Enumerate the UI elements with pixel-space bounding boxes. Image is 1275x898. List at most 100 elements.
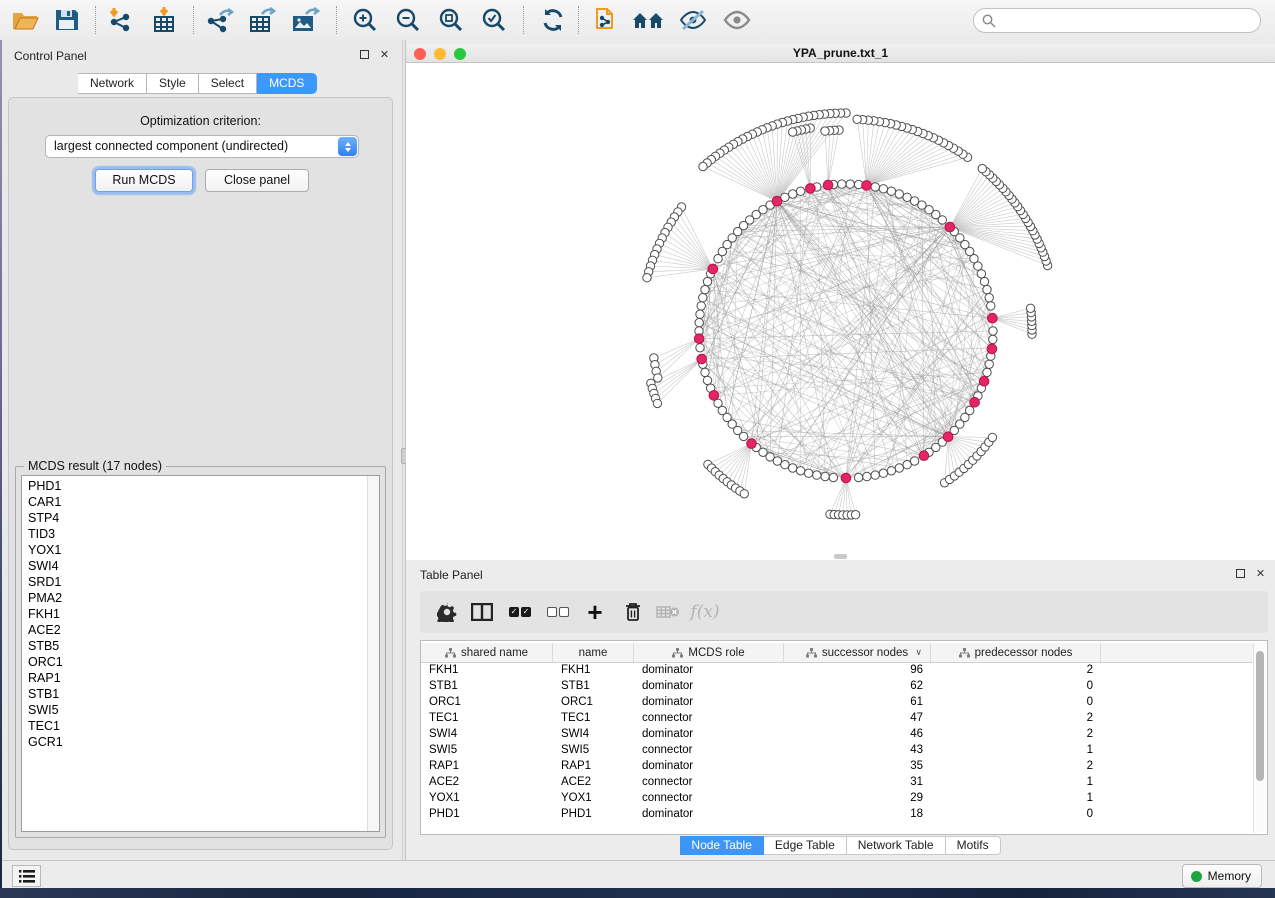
network-node[interactable] [739, 432, 747, 440]
table-settings-gear-icon[interactable] [432, 598, 462, 626]
network-node[interactable] [978, 164, 986, 172]
network-node[interactable] [871, 183, 879, 191]
network-node[interactable] [821, 127, 829, 135]
delete-table-icon[interactable] [653, 598, 683, 626]
open-file-icon[interactable] [8, 6, 42, 34]
network-node[interactable] [988, 433, 996, 441]
search-field[interactable] [973, 8, 1261, 33]
network-node[interactable] [653, 399, 661, 407]
tab-network[interactable]: Network [78, 73, 147, 94]
dominator-node[interactable] [694, 334, 704, 344]
table-row[interactable]: RAP1 RAP1 dominator 35 2 [421, 758, 1254, 774]
dominator-node[interactable] [772, 196, 782, 206]
zoom-out-icon[interactable] [391, 6, 425, 34]
network-node[interactable] [796, 187, 804, 195]
column-header-predecessor-nodes[interactable]: predecessor nodes ∨ [931, 643, 1101, 662]
network-node[interactable] [703, 277, 711, 285]
tab-select[interactable]: Select [199, 73, 257, 94]
network-node[interactable] [789, 190, 797, 198]
network-node[interactable] [699, 162, 707, 170]
dominator-node[interactable] [919, 451, 929, 461]
memory-button[interactable]: Memory [1182, 864, 1262, 888]
tab-mcds[interactable]: MCDS [257, 73, 317, 94]
mcds-result-item[interactable]: GCR1 [22, 734, 367, 750]
mcds-list-scrollbar[interactable] [367, 476, 379, 831]
network-node[interactable] [789, 464, 797, 472]
network-node[interactable] [977, 270, 985, 278]
network-node[interactable] [985, 294, 993, 302]
close-window-icon[interactable] [414, 48, 426, 60]
network-node[interactable] [796, 467, 804, 475]
task-history-button[interactable] [12, 865, 41, 887]
dominator-node[interactable] [862, 181, 872, 191]
show-all-icon[interactable] [720, 6, 754, 34]
table-row[interactable]: ACE2 ACE2 connector 31 1 [421, 774, 1254, 790]
network-node[interactable] [871, 471, 879, 479]
network-node[interactable] [789, 128, 797, 136]
mcds-result-item[interactable]: STB5 [22, 638, 367, 654]
dominator-node[interactable] [970, 398, 980, 408]
tab-edge-table[interactable]: Edge Table [764, 836, 847, 855]
network-node[interactable] [829, 473, 837, 481]
network-node[interactable] [895, 464, 903, 472]
dominator-node[interactable] [806, 184, 816, 194]
select-all-checkboxes-icon[interactable]: ✓✓ [505, 598, 535, 626]
dominator-node[interactable] [697, 354, 707, 364]
mcds-result-item[interactable]: PMA2 [22, 590, 367, 606]
network-node[interactable] [643, 274, 651, 282]
export-image-icon[interactable] [288, 6, 322, 34]
network-node[interactable] [853, 115, 861, 123]
tab-node-table[interactable]: Node Table [680, 836, 764, 855]
close-panel-button[interactable]: Close panel [205, 169, 309, 192]
network-node[interactable] [821, 472, 829, 480]
network-node[interactable] [983, 368, 991, 376]
network-node[interactable] [966, 406, 974, 414]
network-node[interactable] [980, 277, 988, 285]
network-node[interactable] [985, 360, 993, 368]
run-mcds-button[interactable]: Run MCDS [95, 169, 193, 192]
table-row[interactable]: SWI5 SWI5 connector 43 1 [421, 742, 1254, 758]
dominator-node[interactable] [987, 344, 997, 354]
dominator-node[interactable] [943, 432, 953, 442]
delete-column-icon[interactable] [618, 598, 648, 626]
network-node[interactable] [813, 471, 821, 479]
network-node[interactable] [983, 285, 991, 293]
save-session-icon[interactable] [50, 6, 84, 34]
mcds-result-item[interactable]: SRD1 [22, 574, 367, 590]
network-canvas[interactable] [406, 63, 1275, 560]
network-node[interactable] [781, 461, 789, 469]
network-node[interactable] [714, 255, 722, 263]
zoom-fit-icon[interactable] [434, 6, 468, 34]
close-table-panel-icon[interactable]: ✕ [1254, 568, 1267, 581]
table-row[interactable]: TEC1 TEC1 connector 47 2 [421, 710, 1254, 726]
mcds-result-item[interactable]: SWI5 [22, 702, 367, 718]
network-node[interactable] [989, 327, 997, 335]
import-network-icon[interactable] [104, 6, 138, 34]
network-node[interactable] [699, 294, 707, 302]
function-builder-icon[interactable]: f(x) [690, 598, 720, 626]
network-node[interactable] [804, 469, 812, 477]
dominator-node[interactable] [709, 391, 719, 401]
export-table-icon[interactable] [245, 6, 279, 34]
network-node[interactable] [895, 190, 903, 198]
dominator-node[interactable] [979, 377, 989, 387]
network-node[interactable] [887, 467, 895, 475]
network-node[interactable] [989, 335, 997, 343]
network-hscrollbar-thumb[interactable] [834, 554, 847, 559]
mcds-result-item[interactable]: STP4 [22, 510, 367, 526]
zoom-selected-icon[interactable] [477, 6, 511, 34]
zoom-in-icon[interactable] [348, 6, 382, 34]
column-header-mcds-role[interactable]: MCDS role ∨ [634, 643, 784, 662]
dominator-node[interactable] [841, 473, 851, 483]
tab-style[interactable]: Style [147, 73, 199, 94]
column-header-successor-nodes[interactable]: successor nodes ∨ [784, 643, 931, 662]
column-header-name[interactable]: name ∨ [553, 643, 634, 662]
network-node[interactable] [903, 193, 911, 201]
network-node[interactable] [1026, 304, 1034, 312]
table-scrollbar-thumb[interactable] [1256, 651, 1264, 781]
add-column-icon[interactable]: + [580, 598, 610, 626]
table-scrollbar[interactable] [1253, 643, 1266, 833]
first-neighbors-icon[interactable] [631, 6, 665, 34]
network-node[interactable] [696, 344, 704, 352]
float-table-panel-icon[interactable] [1234, 569, 1247, 582]
